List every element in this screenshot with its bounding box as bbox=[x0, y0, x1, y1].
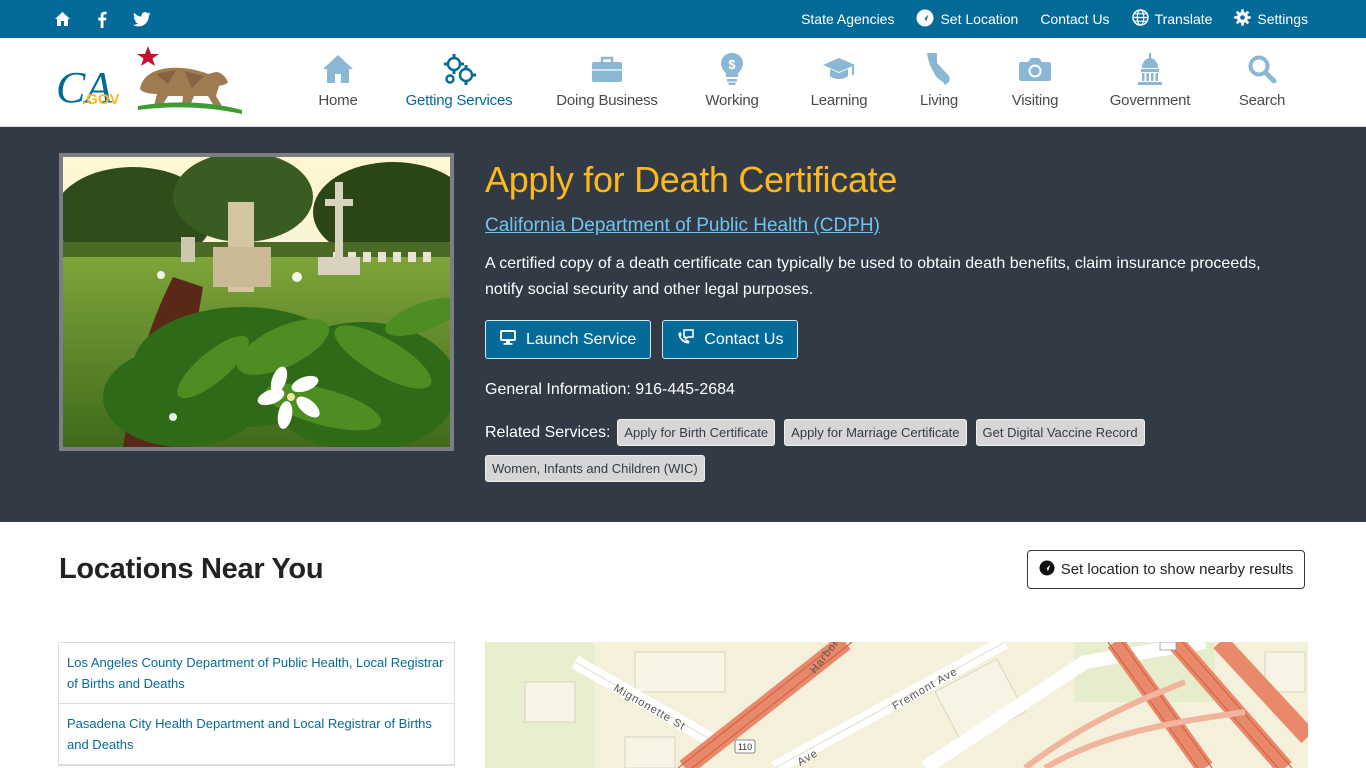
nav-government-label: Government bbox=[1109, 92, 1191, 109]
location-icon bbox=[916, 9, 934, 30]
locations-list: Los Angeles County Department of Public … bbox=[58, 642, 455, 766]
nav-doing-business[interactable]: Doing Business bbox=[537, 38, 677, 127]
service-actions: Launch Service Contact Us bbox=[485, 320, 1305, 359]
capitol-icon bbox=[1137, 52, 1163, 86]
list-item[interactable]: Pasadena City Health Department and Loca… bbox=[59, 704, 454, 765]
launch-service-button[interactable]: Launch Service bbox=[485, 320, 652, 359]
list-item[interactable]: Los Angeles County Department of Public … bbox=[59, 643, 454, 704]
lightbulb-dollar-icon: $ bbox=[720, 52, 744, 86]
nav-learning[interactable]: Learning bbox=[787, 38, 891, 127]
set-location-button[interactable]: Set location to show nearby results bbox=[1027, 550, 1305, 589]
nav-search-label: Search bbox=[1238, 92, 1286, 109]
nav-doing-business-label: Doing Business bbox=[556, 92, 658, 109]
state-agencies-link[interactable]: State Agencies bbox=[801, 11, 894, 27]
nav-visiting[interactable]: Visiting bbox=[987, 38, 1083, 127]
briefcase-icon bbox=[591, 52, 623, 86]
contact-us-button[interactable]: Contact Us bbox=[662, 320, 799, 359]
related-service-tag[interactable]: Get Digital Vaccine Record bbox=[975, 419, 1145, 446]
monitor-icon bbox=[500, 329, 516, 350]
contact-us-label: Contact Us bbox=[1040, 11, 1110, 27]
location-icon bbox=[1039, 560, 1055, 580]
set-location-link[interactable]: Set Location bbox=[916, 9, 1018, 30]
nav-working[interactable]: $ Working bbox=[677, 38, 787, 127]
camera-icon bbox=[1018, 52, 1052, 86]
state-agencies-label: State Agencies bbox=[801, 11, 895, 27]
related-services: Related Services: Apply for Birth Certif… bbox=[485, 419, 1305, 482]
page-title: Apply for Death Certificate bbox=[485, 159, 898, 200]
translate-label: Translate bbox=[1154, 11, 1213, 27]
site-header: CA .GOV Home Getting Services Doing Busi… bbox=[0, 38, 1366, 127]
service-details: Apply for Death Certificate California D… bbox=[485, 159, 1305, 482]
gear-icon bbox=[1234, 9, 1252, 29]
ca-gov-logo[interactable]: CA .GOV bbox=[56, 44, 246, 116]
nav-living-label: Living bbox=[920, 92, 958, 109]
utility-links: State Agencies Set Location Contact Us T… bbox=[801, 0, 1308, 38]
nav-home-label: Home bbox=[318, 92, 358, 109]
nav-getting-services[interactable]: Getting Services bbox=[381, 38, 537, 127]
settings-label: Settings bbox=[1257, 11, 1308, 27]
service-description: A certified copy of a death certificate … bbox=[485, 255, 1261, 298]
nav-learning-label: Learning bbox=[810, 92, 868, 109]
nav-search[interactable]: Search bbox=[1217, 38, 1307, 127]
related-service-tag[interactable]: Apply for Birth Certificate bbox=[617, 419, 776, 446]
phone-chat-icon bbox=[677, 329, 695, 350]
california-icon bbox=[925, 52, 953, 86]
globe-icon bbox=[1131, 9, 1149, 29]
svg-text:$: $ bbox=[728, 57, 736, 72]
nav-living[interactable]: Living bbox=[891, 38, 987, 127]
utility-bar: State Agencies Set Location Contact Us T… bbox=[0, 0, 1366, 38]
social-links bbox=[52, 9, 152, 29]
settings-link[interactable]: Settings bbox=[1234, 9, 1308, 29]
house-icon bbox=[322, 52, 354, 86]
set-location-button-label: Set location to show nearby results bbox=[1060, 561, 1294, 578]
nav-visiting-label: Visiting bbox=[1011, 92, 1059, 109]
launch-service-label: Launch Service bbox=[526, 330, 637, 348]
locations-map[interactable]: 110 Harbor Fremont Ave Mignonette St Ave bbox=[485, 642, 1308, 768]
nav-working-label: Working bbox=[705, 92, 759, 109]
nav-government[interactable]: Government bbox=[1083, 38, 1217, 127]
department-link[interactable]: California Department of Public Health (… bbox=[485, 215, 880, 237]
cemetery-photo bbox=[59, 153, 454, 451]
service-hero: Apply for Death Certificate California D… bbox=[0, 127, 1366, 522]
home-icon[interactable] bbox=[52, 9, 72, 29]
search-icon bbox=[1247, 52, 1277, 86]
related-service-tag[interactable]: Women, Infants and Children (WIC) bbox=[485, 455, 705, 482]
gears-icon bbox=[442, 52, 476, 86]
general-information: General Information: 916-445-2684 bbox=[485, 381, 735, 398]
nav-home[interactable]: Home bbox=[295, 38, 381, 127]
locations-heading: Locations Near You bbox=[59, 553, 324, 585]
facebook-icon[interactable] bbox=[92, 9, 112, 29]
related-services-label: Related Services: bbox=[485, 423, 611, 441]
logo-sub: .GOV bbox=[82, 91, 120, 108]
contact-us-label: Contact Us bbox=[704, 330, 784, 348]
translate-link[interactable]: Translate bbox=[1131, 9, 1213, 29]
related-service-tag[interactable]: Apply for Marriage Certificate bbox=[784, 419, 967, 446]
nav-getting-services-label: Getting Services bbox=[405, 92, 513, 109]
main-nav: Home Getting Services Doing Business $ W… bbox=[295, 38, 1307, 127]
route-label: 110 bbox=[738, 742, 752, 752]
contact-us-link[interactable]: Contact Us bbox=[1040, 11, 1109, 27]
twitter-icon[interactable] bbox=[132, 9, 152, 29]
graduation-cap-icon bbox=[822, 52, 856, 86]
set-location-label: Set Location bbox=[940, 11, 1019, 27]
